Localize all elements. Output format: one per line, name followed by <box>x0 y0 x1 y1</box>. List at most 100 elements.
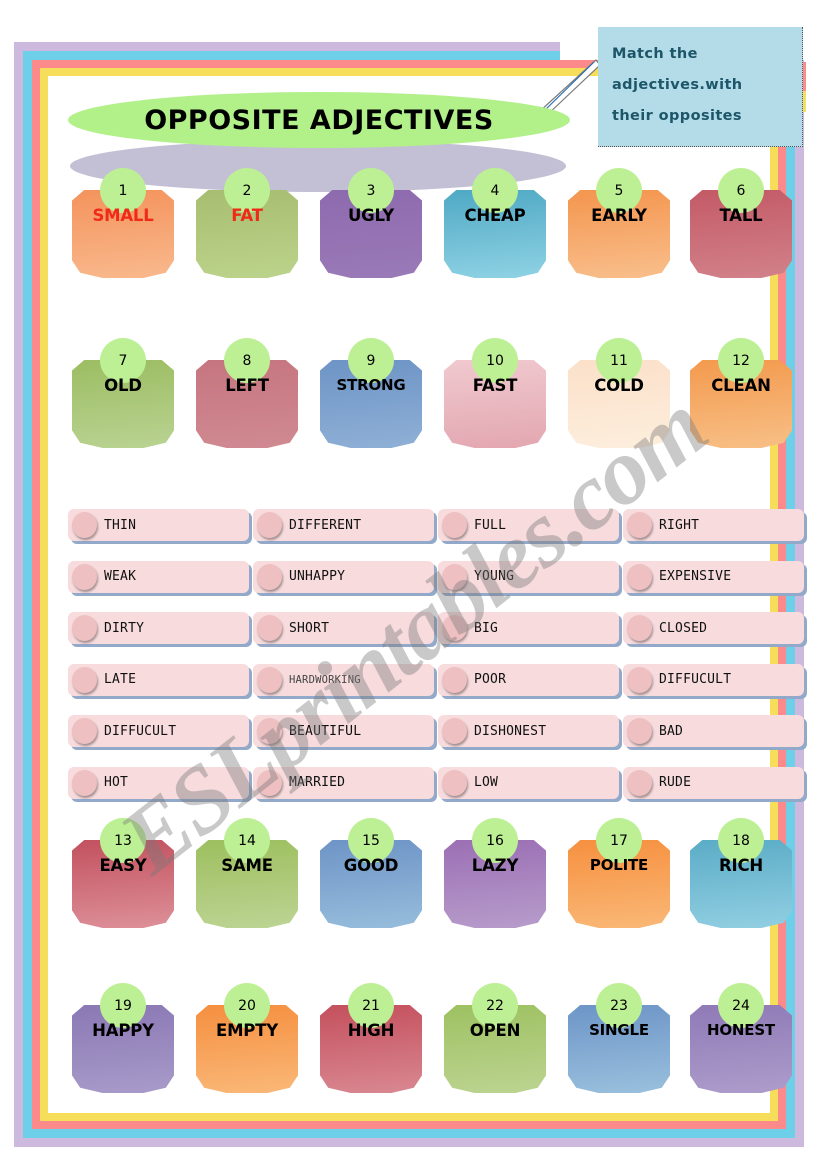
adjective-tag-row: 13 EASY 14 SAME 15 GOOD 16 LAZY 17 POLITE 18 RICH <box>0 818 826 948</box>
adjective-tag[interactable]: 15 GOOD <box>320 818 422 928</box>
adjective-tag[interactable]: 9 STRONG <box>320 338 422 448</box>
adjective-tag[interactable]: 10 FAST <box>444 338 546 448</box>
adjective-tag[interactable]: 5 EARLY <box>568 168 670 278</box>
word-bank-item[interactable]: SHORT <box>253 612 434 644</box>
tag-label: RICH <box>719 856 763 875</box>
instruction-line-3: their opposites <box>612 108 742 124</box>
adjective-tag[interactable]: 4 CHEAP <box>444 168 546 278</box>
adjective-tag[interactable]: 20 EMPTY <box>196 983 298 1093</box>
tag-label: HIGH <box>347 1021 395 1040</box>
word-bank-label: FULL <box>474 517 507 533</box>
tag-label: FAT <box>231 206 263 225</box>
word-bank-bullet-icon <box>442 666 467 693</box>
adjective-tag-row: 1 SMALL 2 FAT 3 UGLY 4 CHEAP 5 EARLY 6 TALL <box>0 168 826 298</box>
word-bank-label: POOR <box>474 672 507 687</box>
word-bank-label: DIRTY <box>104 620 145 636</box>
instruction-card: Match the adjectives.with their opposite… <box>598 27 803 147</box>
tag-label: GOOD <box>343 856 399 875</box>
tag-label: CLEAN <box>711 376 771 395</box>
word-bank-bullet-icon <box>257 512 282 538</box>
word-bank-item[interactable]: BEAUTIFUL <box>253 715 434 747</box>
word-bank-bullet-icon <box>442 615 467 641</box>
word-bank-item[interactable]: HOT <box>68 766 249 799</box>
word-bank-item[interactable]: CLOSED <box>623 612 804 644</box>
word-bank-bullet-icon <box>627 615 652 641</box>
word-bank-item[interactable]: BAD <box>623 715 804 747</box>
adjective-tag[interactable]: 3 UGLY <box>320 168 422 278</box>
word-bank-item[interactable]: EXPENSIVE <box>623 560 804 593</box>
word-bank-label: EXPENSIVE <box>659 569 732 584</box>
tag-label: HAPPY <box>92 1021 154 1040</box>
adjective-tag[interactable]: 16 LAZY <box>444 818 546 928</box>
adjective-tag[interactable]: 7 OLD <box>72 338 174 448</box>
instruction-line-1: Match the <box>612 46 698 62</box>
word-bank-bullet-icon <box>442 718 467 744</box>
word-bank-item[interactable]: DIRTY <box>68 612 249 644</box>
word-bank-item[interactable]: DIFFERENT <box>253 509 434 541</box>
tag-label: POLITE <box>589 856 649 874</box>
word-bank-label: YOUNG <box>474 569 515 584</box>
word-bank-bullet-icon <box>627 512 652 538</box>
word-bank-item[interactable]: RIGHT <box>623 509 804 541</box>
word-bank-item[interactable]: LATE <box>68 663 249 696</box>
word-bank-bullet-icon <box>72 615 97 641</box>
instruction-line-2: adjectives.with <box>612 77 743 93</box>
word-bank-item[interactable]: POOR <box>438 663 619 696</box>
tag-label: EARLY <box>591 206 647 225</box>
adjective-tag[interactable]: 21 HIGH <box>320 983 422 1093</box>
adjective-tag[interactable]: 14 SAME <box>196 818 298 928</box>
word-bank-label: LOW <box>474 775 499 790</box>
word-bank-bullet-icon <box>72 512 97 538</box>
adjective-tag[interactable]: 2 FAT <box>196 168 298 278</box>
adjective-tag[interactable]: 24 HONEST <box>690 983 792 1093</box>
adjective-tag[interactable]: 12 CLEAN <box>690 338 792 448</box>
adjective-tag[interactable]: 19 HAPPY <box>72 983 174 1093</box>
page-title: OPPOSITE ADJECTIVES <box>144 104 494 136</box>
tag-label: SINGLE <box>589 1021 649 1039</box>
word-bank-item[interactable]: THIN <box>68 509 249 541</box>
word-bank-bullet-icon <box>627 666 652 693</box>
adjective-tag[interactable]: 23 SINGLE <box>568 983 670 1093</box>
adjective-tag[interactable]: 22 OPEN <box>444 983 546 1093</box>
tag-label: FAST <box>472 376 518 395</box>
word-bank-bullet-icon <box>257 615 282 641</box>
tag-label: HONEST <box>707 1021 775 1039</box>
word-bank-item[interactable]: DIFFUCULT <box>623 663 804 696</box>
adjective-tag[interactable]: 6 TALL <box>690 168 792 278</box>
word-bank-item[interactable]: RUDE <box>623 766 804 799</box>
word-bank-label: BEAUTIFUL <box>289 723 362 739</box>
tag-label: STRONG <box>336 376 406 394</box>
word-bank-item[interactable]: DIFFUCULT <box>68 715 249 747</box>
word-bank-label: WEAK <box>104 569 137 584</box>
word-bank-bullet-icon <box>442 512 467 538</box>
adjective-tag-row: 19 HAPPY 20 EMPTY 21 HIGH 22 OPEN 23 SINGLE 24 HONE… <box>0 983 826 1113</box>
tag-label: UGLY <box>347 206 395 225</box>
word-bank-item[interactable]: DISHONEST <box>438 715 619 747</box>
tag-label: SMALL <box>92 206 154 225</box>
word-bank-item[interactable]: YOUNG <box>438 560 619 593</box>
word-bank-bullet-icon <box>257 718 282 744</box>
word-bank-bullet-icon <box>442 563 467 590</box>
adjective-tag[interactable]: 8 LEFT <box>196 338 298 448</box>
word-bank-item[interactable]: MARRIED <box>253 766 434 799</box>
word-bank-bullet-icon <box>627 563 652 590</box>
word-bank-item[interactable]: BIG <box>438 612 619 644</box>
word-bank-label: CLOSED <box>659 620 708 636</box>
word-bank-label: RIGHT <box>659 517 700 533</box>
adjective-tag[interactable]: 1 SMALL <box>72 168 174 278</box>
word-bank-bullet-icon <box>72 563 97 590</box>
adjective-tag[interactable]: 13 EASY <box>72 818 174 928</box>
word-bank-item[interactable]: LOW <box>438 766 619 799</box>
word-bank-label: HOT <box>104 775 129 790</box>
tag-label: TALL <box>719 206 763 225</box>
word-bank-item[interactable]: FULL <box>438 509 619 541</box>
adjective-tag[interactable]: 17 POLITE <box>568 818 670 928</box>
word-bank-item[interactable]: WEAK <box>68 560 249 593</box>
adjective-tag[interactable]: 18 RICH <box>690 818 792 928</box>
word-bank-item[interactable]: UNHAPPY <box>253 560 434 593</box>
adjective-tag-row: 7 OLD 8 LEFT 9 STRONG 10 FAST 11 COLD 12 CLEAN <box>0 338 826 468</box>
word-bank-item[interactable]: HARDWORKING <box>253 663 434 696</box>
adjective-tag[interactable]: 11 COLD <box>568 338 670 448</box>
word-bank-label: THIN <box>104 517 137 533</box>
word-bank-bullet-icon <box>627 718 652 744</box>
